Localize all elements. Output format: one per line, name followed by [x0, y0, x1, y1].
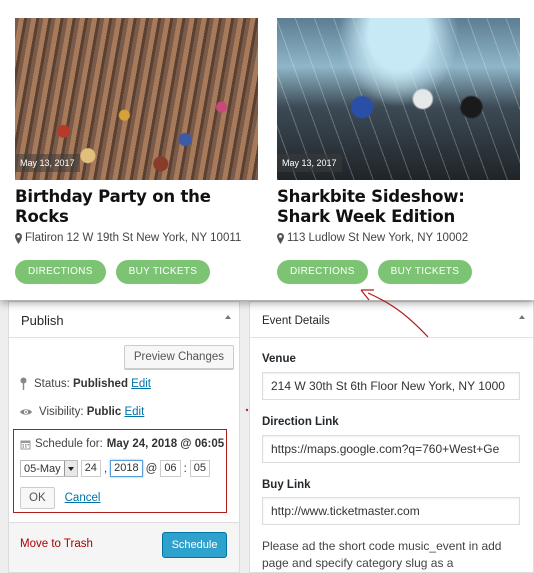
- event-address: 113 Ludlow St New York, NY 10002: [277, 232, 520, 244]
- direction-link-input[interactable]: https://maps.google.com?q=760+West+Ge: [262, 435, 520, 463]
- event-photo-stage: May 13, 2017: [277, 18, 520, 180]
- event-date-badge: May 13, 2017: [15, 154, 80, 172]
- event-title: Sharkbite Sideshow: Shark Week Edition: [277, 187, 465, 226]
- venue-input[interactable]: 214 W 30th St 6th Floor New York, NY 100…: [262, 372, 520, 400]
- event-date-badge: May 13, 2017: [277, 154, 342, 172]
- collapse-up-icon[interactable]: [519, 315, 525, 319]
- map-pin-icon: [277, 232, 284, 244]
- visibility-value: Public: [86, 406, 122, 418]
- ok-button[interactable]: OK: [20, 487, 55, 509]
- event-card: May 13, 2017 Sharkbite Sideshow: Shark W…: [277, 18, 520, 284]
- hour-input[interactable]: 06: [160, 460, 181, 477]
- schedule-label: Schedule for:: [35, 438, 103, 450]
- visibility-edit-link[interactable]: Edit: [124, 406, 144, 418]
- schedule-highlight: Schedule for: May 24, 2018 @ 06:05 05-Ma…: [13, 429, 227, 513]
- event-details-title: Event Details: [262, 315, 330, 327]
- status-edit-link[interactable]: Edit: [131, 378, 151, 390]
- preview-changes-button[interactable]: Preview Changes: [123, 345, 234, 369]
- visibility-row: Visibility: Public Edit: [19, 406, 144, 418]
- at-symbol: @: [145, 462, 158, 475]
- pin-icon: [20, 377, 27, 390]
- direction-link-label: Direction Link: [262, 416, 339, 428]
- event-title: Birthday Party on the Rocks: [15, 187, 211, 226]
- event-card: May 13, 2017 Birthday Party on the Rocks…: [15, 18, 258, 284]
- status-value: Published: [73, 377, 128, 390]
- publish-box-header[interactable]: Publish: [9, 302, 239, 338]
- event-actions: DIRECTIONS BUY TICKETS: [277, 260, 520, 284]
- venue-label: Venue: [262, 353, 296, 365]
- map-pin-icon: [15, 232, 22, 244]
- eye-icon: [20, 409, 32, 415]
- directions-button[interactable]: DIRECTIONS: [277, 260, 368, 284]
- shortcode-help-text: Please ad the short code music_event in …: [262, 539, 502, 570]
- publish-box: Publish Preview Changes Status: Publishe…: [8, 301, 240, 573]
- buy-tickets-button[interactable]: BUY TICKETS: [377, 260, 473, 284]
- event-details-header[interactable]: Event Details: [250, 302, 533, 338]
- schedule-date-inputs: 05-May 24 , 2018 @ 06 : 05: [20, 460, 211, 477]
- publish-title: Publish: [21, 313, 64, 328]
- cancel-link[interactable]: Cancel: [65, 492, 101, 504]
- chevron-down-icon[interactable]: [63, 461, 77, 476]
- schedule-value: May 24, 2018 @ 06:05: [106, 438, 225, 450]
- month-value: 05-May: [24, 462, 61, 475]
- calendar-icon: [20, 440, 31, 449]
- minute-input[interactable]: 05: [189, 460, 211, 477]
- event-details-box: Event Details Venue 214 W 30th St 6th Fl…: [249, 301, 534, 573]
- directions-button[interactable]: DIRECTIONS: [15, 260, 106, 284]
- year-input[interactable]: 2018: [110, 460, 143, 477]
- day-input[interactable]: 24: [80, 460, 101, 477]
- move-to-trash-link[interactable]: Move to Trash: [20, 538, 93, 550]
- event-cards-panel: May 13, 2017 Birthday Party on the Rocks…: [0, 0, 534, 300]
- marker-dot: [245, 408, 249, 412]
- buy-link-label: Buy Link: [262, 479, 311, 491]
- schedule-row: Schedule for: May 24, 2018 @ 06:05: [20, 438, 224, 450]
- buy-link-input[interactable]: http://www.ticketmaster.com: [262, 497, 520, 525]
- publish-actions: Move to Trash Schedule: [9, 522, 239, 572]
- event-address: Flatiron 12 W 19th St New York, NY 10011: [15, 232, 258, 244]
- collapse-up-icon[interactable]: [225, 315, 231, 319]
- schedule-actions: OK Cancel: [20, 487, 100, 509]
- event-address-text: 113 Ludlow St New York, NY 10002: [287, 232, 469, 244]
- month-select[interactable]: 05-May: [20, 460, 78, 477]
- buy-tickets-button[interactable]: BUY TICKETS: [115, 260, 211, 284]
- status-row: Status: Published Edit: [19, 377, 151, 390]
- event-address-text: Flatiron 12 W 19th St New York, NY 10011: [25, 232, 242, 244]
- event-actions: DIRECTIONS BUY TICKETS: [15, 260, 258, 284]
- event-photo-crowd: May 13, 2017: [15, 18, 258, 180]
- status-label: Status:: [34, 377, 70, 390]
- schedule-button[interactable]: Schedule: [162, 532, 227, 558]
- visibility-label: Visibility:: [39, 406, 84, 418]
